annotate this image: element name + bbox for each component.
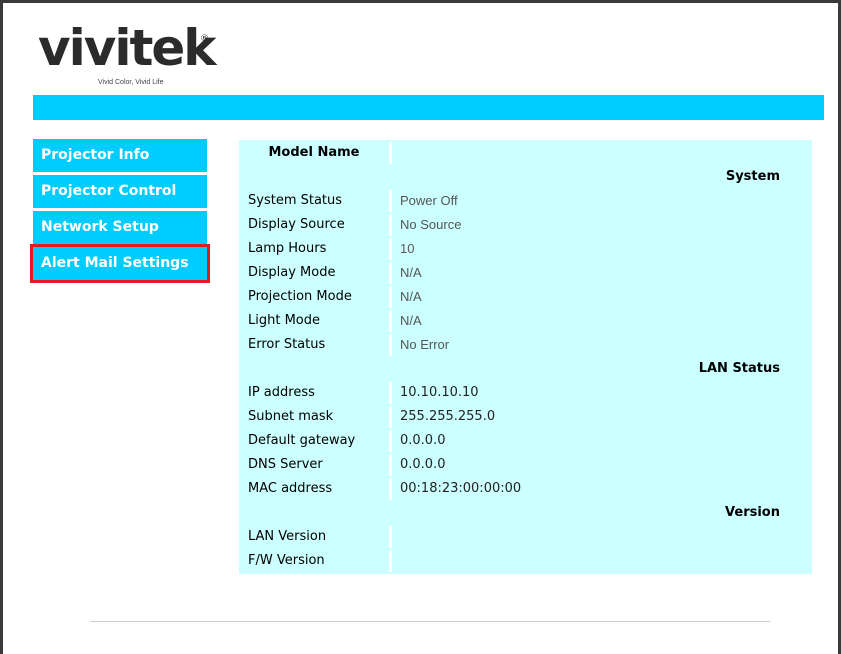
nav-alert-mail-settings[interactable]: Alert Mail Settings bbox=[30, 244, 210, 283]
vivitek-logo: vivitek ® Vivid Color, Vivid Life bbox=[38, 20, 217, 90]
logo-wordmark: vivitek bbox=[38, 19, 217, 77]
mac-address-label: MAC address bbox=[239, 478, 389, 500]
default-gateway-label: Default gateway bbox=[239, 430, 389, 452]
fw-version-value bbox=[389, 550, 812, 572]
table-row: Subnet mask 255.255.255.0 bbox=[239, 406, 812, 428]
table-row: Light Mode N/A bbox=[239, 310, 812, 332]
section-header-row: System bbox=[239, 166, 812, 188]
light-mode-value: N/A bbox=[389, 310, 812, 332]
header-bar bbox=[33, 95, 824, 120]
subnet-mask-label: Subnet mask bbox=[239, 406, 389, 428]
model-name-label: Model Name bbox=[239, 142, 389, 164]
ip-address-label: IP address bbox=[239, 382, 389, 404]
subnet-mask-value: 255.255.255.0 bbox=[389, 406, 812, 428]
ip-address-value: 10.10.10.10 bbox=[389, 382, 812, 404]
table-row: Projection Mode N/A bbox=[239, 286, 812, 308]
footer-divider bbox=[90, 621, 770, 622]
error-status-label: Error Status bbox=[239, 334, 389, 356]
projector-info-table: Model Name System System Status Power Of… bbox=[239, 140, 812, 574]
default-gateway-value: 0.0.0.0 bbox=[389, 430, 812, 452]
display-mode-value: N/A bbox=[389, 262, 812, 284]
table-row: LAN Version bbox=[239, 526, 812, 548]
version-section-header: Version bbox=[239, 502, 812, 524]
nav-network-setup[interactable]: Network Setup bbox=[33, 211, 207, 244]
lan-version-value bbox=[389, 526, 812, 548]
projection-mode-label: Projection Mode bbox=[239, 286, 389, 308]
table-row: IP address 10.10.10.10 bbox=[239, 382, 812, 404]
lamp-hours-label: Lamp Hours bbox=[239, 238, 389, 260]
table-row: Error Status No Error bbox=[239, 334, 812, 356]
display-source-label: Display Source bbox=[239, 214, 389, 236]
section-header-row: LAN Status bbox=[239, 358, 812, 380]
system-section-header: System bbox=[239, 166, 812, 188]
table-row: Display Source No Source bbox=[239, 214, 812, 236]
lan-version-label: LAN Version bbox=[239, 526, 389, 548]
table-row: Model Name bbox=[239, 142, 812, 164]
model-name-value bbox=[389, 142, 812, 164]
window-frame-left bbox=[0, 0, 3, 654]
table-row: Lamp Hours 10 bbox=[239, 238, 812, 260]
dns-server-value: 0.0.0.0 bbox=[389, 454, 812, 476]
window-frame-top bbox=[0, 0, 841, 3]
table-row: Default gateway 0.0.0.0 bbox=[239, 430, 812, 452]
display-mode-label: Display Mode bbox=[239, 262, 389, 284]
table-row: MAC address 00:18:23:00:00:00 bbox=[239, 478, 812, 500]
display-source-value: No Source bbox=[389, 214, 812, 236]
nav-projector-info[interactable]: Projector Info bbox=[33, 139, 207, 172]
fw-version-label: F/W Version bbox=[239, 550, 389, 572]
lamp-hours-value: 10 bbox=[389, 238, 812, 260]
table-row: Display Mode N/A bbox=[239, 262, 812, 284]
nav-projector-control[interactable]: Projector Control bbox=[33, 175, 207, 208]
system-status-value: Power Off bbox=[389, 190, 812, 212]
table-row: DNS Server 0.0.0.0 bbox=[239, 454, 812, 476]
logo-tagline: Vivid Color, Vivid Life bbox=[98, 79, 164, 86]
section-header-row: Version bbox=[239, 502, 812, 524]
projection-mode-value: N/A bbox=[389, 286, 812, 308]
table-row: F/W Version bbox=[239, 550, 812, 572]
dns-server-label: DNS Server bbox=[239, 454, 389, 476]
error-status-value: No Error bbox=[389, 334, 812, 356]
side-nav: Projector Info Projector Control Network… bbox=[30, 139, 210, 283]
logo-registered-mark: ® bbox=[200, 34, 209, 44]
lan-status-section-header: LAN Status bbox=[239, 358, 812, 380]
table-row: System Status Power Off bbox=[239, 190, 812, 212]
light-mode-label: Light Mode bbox=[239, 310, 389, 332]
mac-address-value: 00:18:23:00:00:00 bbox=[389, 478, 812, 500]
system-status-label: System Status bbox=[239, 190, 389, 212]
